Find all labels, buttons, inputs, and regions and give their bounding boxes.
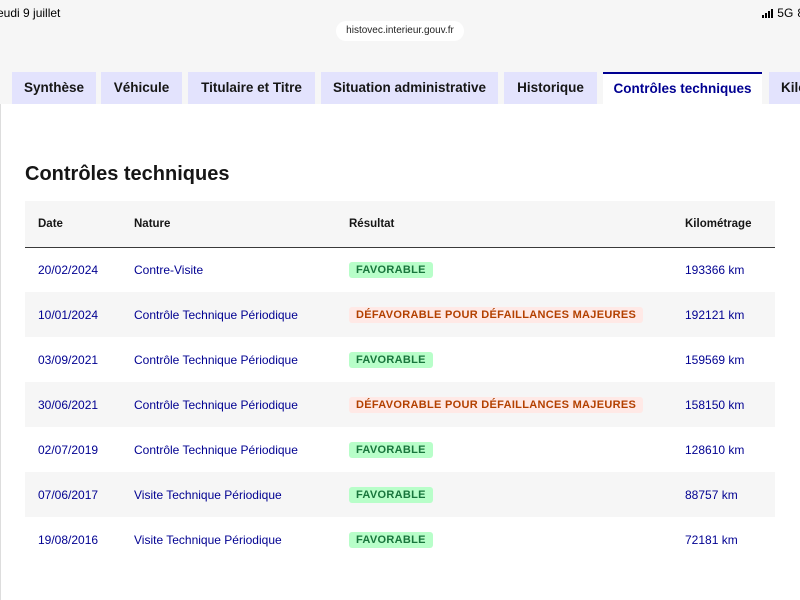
tab-situation-administrative[interactable]: Situation administrative [321, 72, 498, 104]
cell-km: 192121 km [685, 307, 745, 322]
table-row: 07/06/2017 Visite Technique Périodique FAV… [25, 472, 775, 517]
status-indicators: 5G 8 [762, 6, 800, 20]
cell-nature: Contre-Visite [134, 262, 204, 277]
cell-nature: Contrôle Technique Périodique [134, 397, 298, 412]
cell-result: FAVORABLE [336, 427, 672, 472]
cell-nature: Visite Technique Périodique [134, 487, 282, 502]
table-row: 30/06/2021 Contrôle Technique Périodique D… [25, 382, 775, 427]
page-title: Contrôles techniques [25, 163, 230, 185]
cell-date: 19/08/2016 [38, 532, 99, 547]
table-header-row: Date Nature Résultat Kilométrage [25, 201, 775, 247]
table-row: 02/07/2019 Contrôle Technique Périodique F… [25, 427, 775, 472]
cell-result: DÉFAVORABLE POUR DÉFAILLANCES MAJEURES [336, 292, 672, 337]
header-nature: Nature [134, 217, 171, 230]
cell-result: FAVORABLE [336, 247, 672, 292]
table-row: 10/01/2024 Contrôle Technique Périodique D… [25, 292, 775, 337]
cell-date: 10/01/2024 [38, 307, 99, 322]
cell-km: 159569 km [685, 352, 745, 367]
status-bar: eudi 9 juillet 5G 8 [0, 0, 800, 22]
cell-date: 02/07/2019 [38, 442, 99, 457]
status-badge: FAVORABLE [349, 531, 433, 548]
tab-titulaire[interactable]: Titulaire et Titre [188, 72, 315, 104]
cell-date: 07/06/2017 [38, 487, 99, 502]
table-row: 19/08/2016 Visite Technique Périodique FAV… [25, 517, 775, 562]
tab-vehicule[interactable]: Véhicule [101, 72, 182, 104]
cell-nature: Contrôle Technique Périodique [134, 442, 298, 457]
header-date: Date [38, 217, 63, 230]
tab-historique[interactable]: Historique [504, 72, 597, 104]
header-km: Kilométrage [685, 217, 752, 230]
status-badge: FAVORABLE [349, 441, 433, 458]
status-badge: DÉFAVORABLE POUR DÉFAILLANCES MAJEURES [349, 396, 644, 413]
cell-km: 72181 km [685, 532, 738, 547]
status-badge: DÉFAVORABLE POUR DÉFAILLANCES MAJEURES [349, 306, 644, 323]
status-badge: FAVORABLE [349, 486, 433, 503]
cell-nature: Visite Technique Périodique [134, 532, 282, 547]
header-result: Résultat [349, 217, 395, 230]
signal-icon [762, 8, 774, 18]
table-body: 20/02/2024 Contre-Visite FAVORABLE 193366 k… [25, 247, 775, 562]
tab-synthese[interactable]: Synthèse [12, 72, 96, 104]
cell-km: 158150 km [685, 397, 745, 412]
url-bar[interactable]: histovec.interieur.gouv.fr [336, 21, 464, 41]
table-row: 20/02/2024 Contre-Visite FAVORABLE 193366 k… [25, 247, 775, 292]
cell-date: 03/09/2021 [38, 352, 99, 367]
cell-result: DÉFAVORABLE POUR DÉFAILLANCES MAJEURES [336, 382, 672, 427]
status-badge: FAVORABLE [349, 261, 433, 278]
cell-result: FAVORABLE [336, 337, 672, 382]
cell-date: 30/06/2021 [38, 397, 99, 412]
cell-result: FAVORABLE [336, 517, 672, 562]
cell-km: 193366 km [685, 262, 745, 277]
tab-bar: Synthèse Véhicule Titulaire et Titre Sit… [0, 72, 800, 105]
controles-table: Date Nature Résultat Kilométrage 20/02/2… [25, 201, 775, 562]
tab-kilometrage[interactable]: Kilo [769, 72, 800, 104]
cell-result: FAVORABLE [336, 472, 672, 517]
status-badge: FAVORABLE [349, 351, 433, 368]
status-date: eudi 9 juillet [0, 6, 61, 20]
cell-nature: Contrôle Technique Périodique [134, 352, 298, 367]
cell-km: 128610 km [685, 442, 745, 457]
cell-km: 88757 km [685, 487, 738, 502]
cell-nature: Contrôle Technique Périodique [134, 307, 298, 322]
network-label: 5G [777, 6, 794, 20]
cell-date: 20/02/2024 [38, 262, 99, 277]
tab-controles-techniques[interactable]: Contrôles techniques [603, 72, 762, 105]
table-row: 03/09/2021 Contrôle Technique Périodique F… [25, 337, 775, 382]
